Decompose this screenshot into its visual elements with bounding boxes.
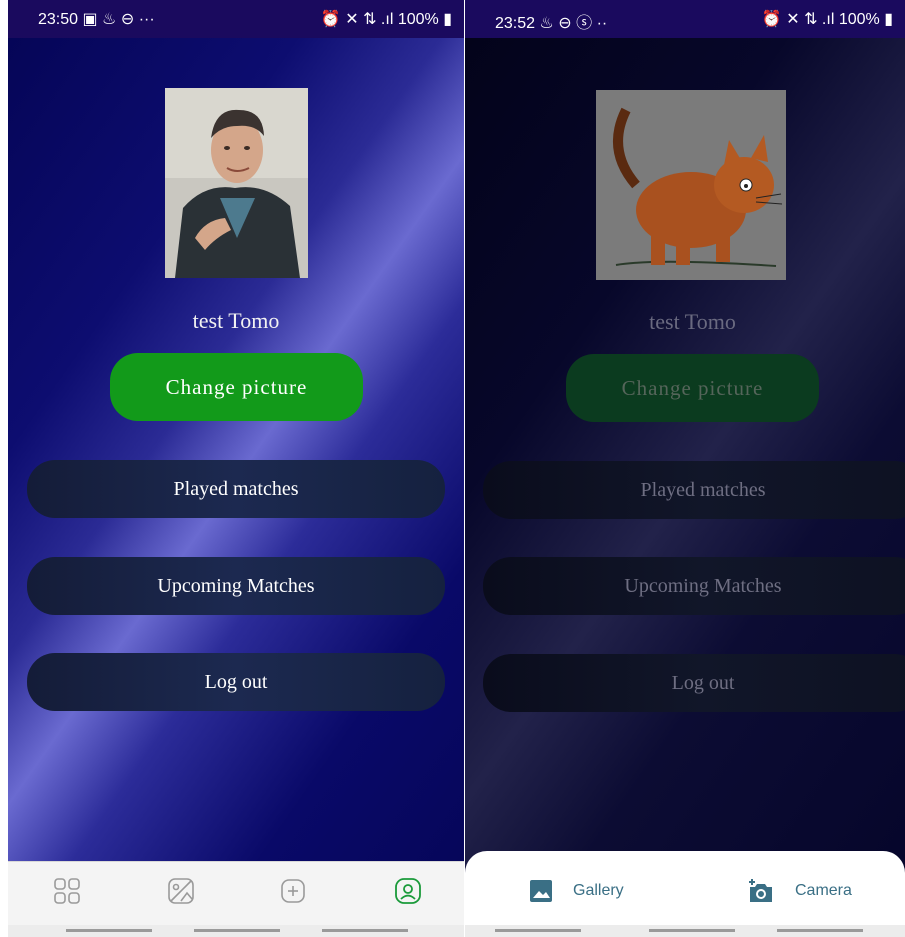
gallery-label: Gallery: [573, 882, 624, 899]
played-matches-button[interactable]: Played matches: [483, 461, 905, 519]
profile-background-dimmed: test Tomo Change picture Played matches …: [465, 38, 905, 937]
image-icon[interactable]: [166, 876, 196, 906]
profile-screen-left: 23:50 ▣ ♨ ⊖ ··· ⏰ ✕ ⇅ .ıl 100% ▮ test To…: [8, 0, 464, 937]
bottom-navigation: [8, 861, 464, 925]
profile-icon[interactable]: [393, 876, 423, 906]
status-time: 23:52 ♨ ⊖ ⓢ ··: [495, 15, 608, 32]
gesture-bar: [8, 925, 464, 937]
status-indicators: ⏰ ✕ ⇅ .ıl 100% ▮: [761, 11, 893, 28]
log-out-button[interactable]: Log out: [27, 653, 445, 711]
camera-option[interactable]: Camera: [747, 873, 852, 909]
status-bar: 23:50 ▣ ♨ ⊖ ··· ⏰ ✕ ⇅ .ıl 100% ▮: [8, 0, 464, 38]
camera-label: Camera: [795, 882, 852, 899]
profile-photo: [596, 90, 786, 280]
profile-background: test Tomo Change picture Played matches …: [8, 38, 464, 862]
add-icon[interactable]: [278, 876, 308, 906]
log-out-button[interactable]: Log out: [483, 654, 905, 712]
status-time: 23:50 ▣ ♨ ⊖ ···: [38, 11, 155, 28]
username: test Tomo: [192, 308, 280, 333]
played-matches-button[interactable]: Played matches: [27, 460, 445, 518]
profile-screen-right: 23:52 ♨ ⊖ ⓢ ·· ⏰ ✕ ⇅ .ıl 100% ▮ test Tom…: [465, 0, 905, 937]
upcoming-matches-button[interactable]: Upcoming Matches: [483, 557, 905, 615]
grid-icon[interactable]: [52, 876, 82, 906]
gallery-icon: [530, 880, 552, 902]
status-bar: 23:52 ♨ ⊖ ⓢ ·· ⏰ ✕ ⇅ .ıl 100% ▮: [465, 0, 905, 38]
camera-icon: [749, 879, 772, 902]
change-picture-button[interactable]: Change picture: [566, 354, 819, 422]
gallery-option[interactable]: Gallery: [529, 873, 624, 909]
gesture-bar: [465, 925, 905, 937]
change-picture-button[interactable]: Change picture: [110, 353, 363, 421]
username: test Tomo: [649, 309, 736, 334]
profile-photo: [165, 88, 308, 278]
status-indicators: ⏰ ✕ ⇅ .ıl 100% ▮: [320, 11, 452, 28]
upcoming-matches-button[interactable]: Upcoming Matches: [27, 557, 445, 615]
